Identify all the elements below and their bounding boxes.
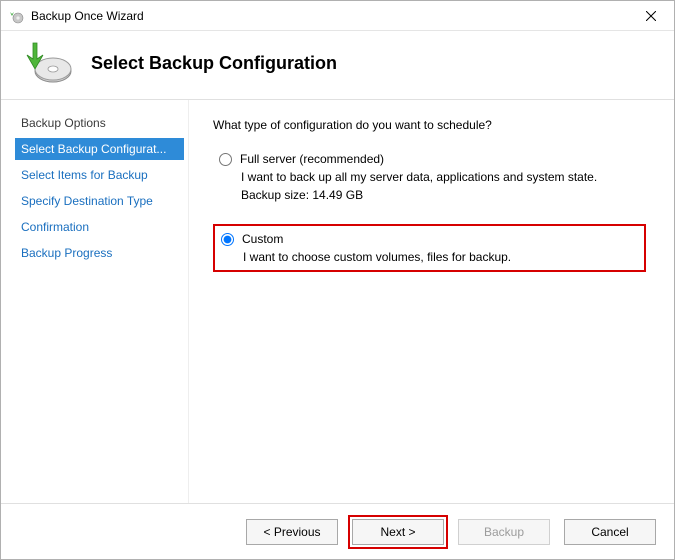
step-confirmation[interactable]: Confirmation	[15, 216, 184, 238]
step-backup-options[interactable]: Backup Options	[15, 112, 184, 134]
radio-full-server[interactable]	[219, 153, 232, 166]
option-full-server-label: Full server (recommended)	[240, 152, 384, 166]
wizard-window: Backup Once Wizard Select Backup Configu…	[0, 0, 675, 560]
step-backup-progress[interactable]: Backup Progress	[15, 242, 184, 264]
page-title: Select Backup Configuration	[91, 53, 337, 74]
option-custom-label: Custom	[242, 232, 283, 246]
option-full-server-size: Backup size: 14.49 GB	[241, 188, 640, 202]
config-question: What type of configuration do you want t…	[213, 118, 646, 132]
backup-disc-icon	[21, 41, 73, 85]
wizard-body: Backup Options Select Backup Configurat.…	[1, 100, 674, 503]
wizard-header: Select Backup Configuration	[1, 31, 674, 100]
step-select-items-for-backup[interactable]: Select Items for Backup	[15, 164, 184, 186]
close-button[interactable]	[628, 1, 674, 30]
option-custom-description: I want to choose custom volumes, files f…	[243, 250, 638, 264]
option-full-server-description: I want to back up all my server data, ap…	[241, 170, 640, 184]
radio-custom[interactable]	[221, 233, 234, 246]
close-icon	[646, 11, 656, 21]
steps-sidebar: Backup Options Select Backup Configurat.…	[1, 100, 189, 503]
cancel-button[interactable]: Cancel	[564, 519, 656, 545]
window-title: Backup Once Wizard	[31, 9, 628, 23]
option-full-server[interactable]: Full server (recommended) I want to back…	[213, 148, 646, 206]
titlebar: Backup Once Wizard	[1, 1, 674, 31]
next-button[interactable]: Next >	[352, 519, 444, 545]
backup-button: Backup	[458, 519, 550, 545]
content-pane: What type of configuration do you want t…	[189, 100, 674, 503]
option-custom[interactable]: Custom I want to choose custom volumes, …	[213, 224, 646, 272]
wizard-footer: < Previous Next > Backup Cancel	[1, 503, 674, 559]
step-select-backup-configuration[interactable]: Select Backup Configurat...	[15, 138, 184, 160]
app-icon	[9, 8, 25, 24]
previous-button[interactable]: < Previous	[246, 519, 338, 545]
step-specify-destination-type[interactable]: Specify Destination Type	[15, 190, 184, 212]
